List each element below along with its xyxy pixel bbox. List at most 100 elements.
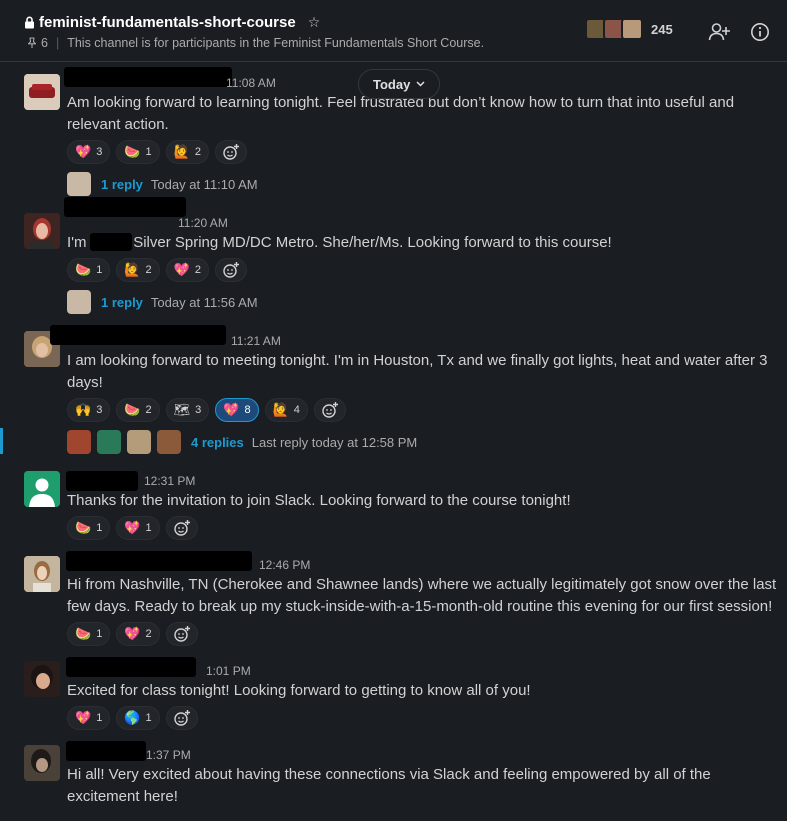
reaction-count: 2	[194, 146, 201, 158]
reaction-raised-hand[interactable]: 🙋 4	[264, 398, 308, 422]
reaction-sparkling-heart[interactable]: 💖 2	[116, 622, 160, 646]
message-text: Thanks for the invitation to join Slack.…	[67, 492, 571, 509]
add-user-icon[interactable]	[708, 21, 730, 43]
reaction-globe[interactable]: 🌎 1	[116, 706, 160, 730]
message-time[interactable]: 11:20 AM	[178, 216, 228, 230]
info-icon[interactable]	[750, 22, 770, 42]
reply-count[interactable]: 1 reply	[101, 177, 143, 192]
message-list[interactable]: 11:08 AM Am looking forward to learning …	[0, 63, 787, 821]
message-time[interactable]: 1:37 PM	[146, 748, 191, 762]
today-label: Today	[373, 76, 411, 92]
message-text: Hi from Nashville, TN (Cherokee and Shaw…	[67, 576, 777, 615]
reaction-count: 3	[96, 146, 103, 158]
reply-avatar	[67, 430, 91, 454]
message-time[interactable]: 1:01 PM	[206, 664, 251, 678]
add-reaction-button[interactable]	[214, 258, 247, 282]
reaction-bar: 🍉 1 🙋 2 💖 2	[67, 258, 247, 282]
avatar[interactable]	[24, 661, 60, 697]
pin-icon[interactable]	[26, 37, 38, 49]
reaction-bar: 🍉 1 💖 2	[67, 622, 198, 646]
reply-count[interactable]: 4 replies	[191, 435, 244, 450]
message-time[interactable]: 11:08 AM	[226, 76, 276, 90]
reaction-count: 3	[195, 404, 202, 416]
reply-avatar	[157, 430, 181, 454]
reaction-sparkling-heart[interactable]: 💖 1	[116, 516, 160, 540]
sparkling-heart-icon: 💖	[75, 144, 92, 160]
message-text: I'm , from Silver Spring MD/DC Metro. Sh…	[67, 232, 777, 254]
sparkling-heart-icon: 💖	[173, 262, 190, 278]
watermelon-icon: 🍉	[75, 520, 92, 536]
avatar[interactable]	[24, 74, 60, 110]
message-time[interactable]: 11:21 AM	[231, 334, 281, 348]
texas-map-icon: 🗺	[173, 402, 191, 418]
reaction-sparkling-heart[interactable]: 💖 2	[165, 258, 209, 282]
reaction-raised-hands[interactable]: 🙌 3	[67, 398, 111, 422]
redacted-name	[66, 657, 196, 677]
channel-title[interactable]: feminist-fundamentals-short-course ☆	[24, 14, 320, 31]
pin-count[interactable]: 6	[41, 36, 48, 50]
avatar[interactable]	[24, 745, 60, 781]
add-reaction-button[interactable]	[165, 622, 198, 646]
redacted-name	[50, 325, 226, 345]
add-reaction-icon	[173, 710, 190, 726]
reply-avatar	[67, 290, 91, 314]
star-icon[interactable]: ☆	[308, 14, 321, 31]
reaction-sparkling-heart[interactable]: 💖 3	[67, 140, 111, 164]
watermelon-icon: 🍉	[75, 262, 92, 278]
reaction-watermelon[interactable]: 🍉 2	[116, 398, 160, 422]
today-divider-button[interactable]: Today	[358, 69, 441, 99]
reaction-raised-hand[interactable]: 🙋 2	[116, 258, 160, 282]
reaction-count: 8	[244, 404, 251, 416]
add-reaction-button[interactable]	[165, 706, 198, 730]
redacted-name-inline	[90, 233, 132, 251]
thread-summary[interactable]: 1 reply Today at 11:56 AM	[67, 290, 258, 314]
globe-icon: 🌎	[124, 710, 141, 726]
reaction-count: 2	[194, 264, 201, 276]
lock-icon	[25, 16, 34, 29]
message-time[interactable]: 12:31 PM	[144, 474, 195, 488]
thread-summary[interactable]: 1 reply Today at 11:10 AM	[67, 172, 258, 196]
reaction-count: 2	[145, 404, 152, 416]
sparkling-heart-icon: 💖	[124, 520, 141, 536]
reaction-sparkling-heart[interactable]: 💖 1	[67, 706, 111, 730]
reaction-watermelon[interactable]: 🍉 1	[67, 622, 111, 646]
raised-hand-icon: 🙋	[124, 262, 141, 278]
reaction-watermelon[interactable]: 🍉 1	[67, 258, 111, 282]
reaction-watermelon[interactable]: 🍉 1	[116, 140, 160, 164]
avatar[interactable]	[24, 213, 60, 249]
reaction-count: 3	[96, 404, 103, 416]
member-count: 245	[651, 21, 673, 37]
member-button[interactable]: 245	[585, 18, 673, 40]
sparkling-heart-icon: 💖	[124, 626, 141, 642]
avatar[interactable]	[24, 556, 60, 592]
reply-count[interactable]: 1 reply	[101, 295, 143, 310]
reaction-texas-map[interactable]: 🗺 3	[165, 398, 210, 422]
watermelon-icon: 🍉	[124, 144, 141, 160]
reply-time: Today at 11:56 AM	[150, 294, 258, 310]
add-reaction-button[interactable]	[313, 398, 346, 422]
thread-summary[interactable]: 4 replies Last reply today at 12:58 PM	[67, 430, 417, 454]
message-text: Excited for class tonight! Looking forwa…	[67, 682, 531, 699]
add-reaction-icon	[223, 144, 239, 160]
message-text: I am looking forward to meeting tonight.…	[67, 352, 768, 391]
reaction-count: 1	[145, 146, 152, 158]
channel-subtitle: 6 | This channel is for participants in …	[26, 36, 484, 50]
watermelon-icon: 🍉	[75, 626, 92, 642]
reaction-bar: 💖 3 🍉 1 🙋 2	[67, 140, 247, 164]
reaction-bar: 💖 1 🌎 1	[67, 706, 198, 730]
divider: |	[55, 36, 60, 50]
reaction-sparkling-heart-selected[interactable]: 💖 8	[215, 398, 259, 422]
reply-avatar	[97, 430, 121, 454]
reaction-watermelon[interactable]: 🍉 1	[67, 516, 111, 540]
message-text: Hi all! Very excited about having these …	[67, 766, 711, 805]
add-reaction-button[interactable]	[165, 516, 198, 540]
add-reaction-button[interactable]	[214, 140, 247, 164]
reaction-raised-hand[interactable]: 🙋 2	[165, 140, 209, 164]
reaction-count: 1	[145, 712, 152, 724]
reply-avatar	[67, 172, 91, 196]
avatar[interactable]	[24, 471, 60, 507]
reaction-count: 1	[96, 522, 103, 534]
message-time[interactable]: 12:46 PM	[259, 558, 310, 572]
reply-avatars	[67, 430, 183, 454]
reaction-bar: 🍉 1 💖 1	[67, 516, 198, 540]
